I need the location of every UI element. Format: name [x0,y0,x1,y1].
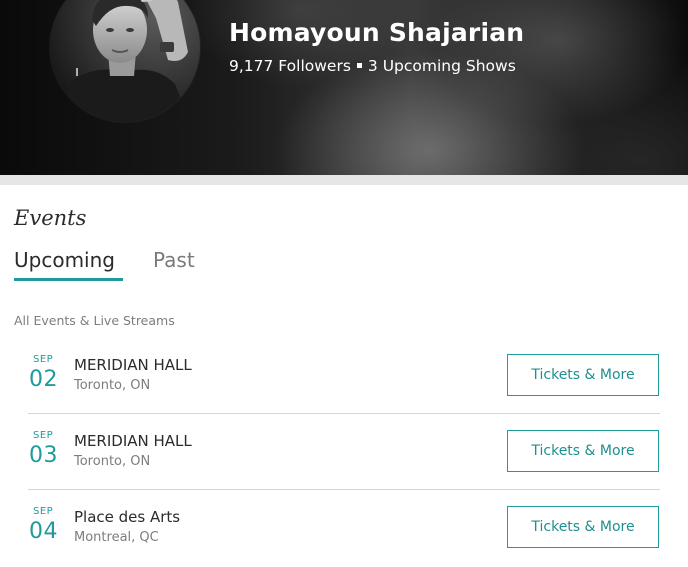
event-city: Toronto, ON [74,454,151,469]
event-list: SEP 02 MERIDIAN HALL Toronto, ON Tickets… [28,338,660,566]
followers-count: 9,177 Followers [229,57,351,75]
events-heading: Events [14,206,87,230]
event-city: Montreal, QC [74,530,159,545]
artist-name: Homayoun Shajarian [229,18,525,47]
event-month: SEP [33,506,54,517]
event-month: SEP [33,430,54,441]
tickets-button[interactable]: Tickets & More [507,506,659,548]
event-row: SEP 03 MERIDIAN HALL Toronto, ON Tickets… [28,414,660,490]
event-day: 03 [29,443,58,468]
event-venue[interactable]: Place des Arts [74,508,180,526]
events-filter-label: All Events & Live Streams [14,313,175,328]
tab-past[interactable]: Past [153,248,195,272]
hero-divider [0,175,688,185]
event-venue[interactable]: MERIDIAN HALL [74,356,192,374]
tab-upcoming[interactable]: Upcoming [14,248,115,272]
artist-stats: 9,177 Followers 3 Upcoming Shows [229,57,516,75]
event-venue[interactable]: MERIDIAN HALL [74,432,192,450]
artist-photo [50,0,200,122]
events-tabs: Upcoming Past [14,248,234,284]
event-row: SEP 02 MERIDIAN HALL Toronto, ON Tickets… [28,338,660,414]
active-tab-indicator [14,278,123,281]
tickets-button[interactable]: Tickets & More [507,430,659,472]
tickets-button[interactable]: Tickets & More [507,354,659,396]
upcoming-shows-count: 3 Upcoming Shows [367,57,516,75]
event-city: Toronto, ON [74,378,151,393]
square-dot-icon [356,62,362,68]
event-day: 02 [29,367,58,392]
event-month: SEP [33,354,54,365]
artist-avatar [50,0,200,122]
event-day: 04 [29,519,58,544]
event-row: SEP 04 Place des Arts Montreal, QC Ticke… [28,490,660,566]
artist-hero-banner: Homayoun Shajarian 9,177 Followers 3 Upco… [0,0,688,175]
